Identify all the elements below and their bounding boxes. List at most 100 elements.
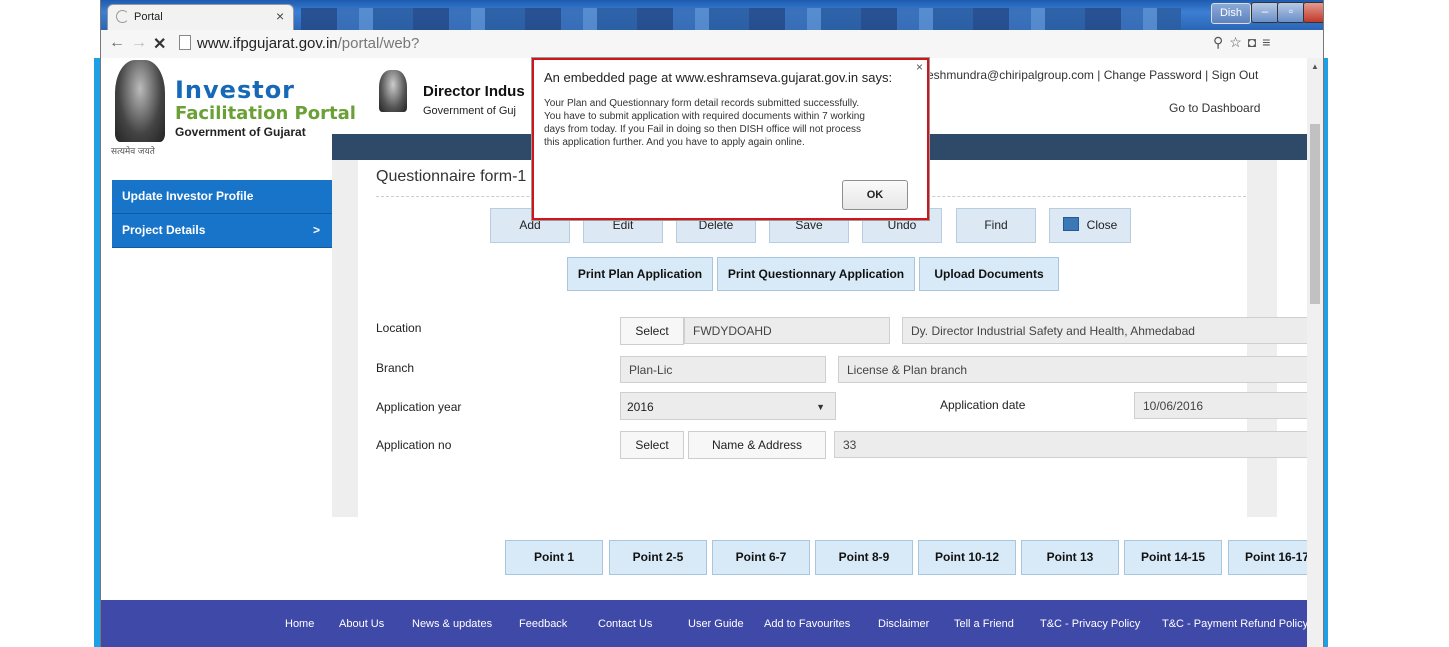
location-select-button[interactable]: Select (620, 317, 684, 345)
branch-label: Branch (376, 361, 415, 375)
url-path: /portal/web? (337, 35, 420, 52)
logo-motto: सत्यमेव जयते (111, 146, 155, 156)
print-questionnary-button[interactable]: Print Questionnary Application (717, 257, 915, 291)
maximize-icon[interactable]: ▫ (1277, 2, 1305, 23)
panel-gutter-left (332, 160, 358, 517)
form-title: Questionnaire form-1 (376, 168, 527, 185)
browser-toolbar: ← → ✕ www.ifpgujarat.gov.in/portal/web? … (101, 30, 1323, 59)
pin-icon[interactable]: ⚲ (1213, 34, 1229, 50)
footer-news-link[interactable]: News & updates (412, 618, 492, 630)
name-address-button[interactable]: Name & Address (688, 431, 826, 459)
application-no-label: Application no (376, 438, 452, 452)
header-links: eshmundra@chiripalgroup.com | Change Pas… (927, 68, 1258, 82)
footer-feedback-link[interactable]: Feedback (519, 618, 567, 630)
application-no-select-button[interactable]: Select (620, 431, 684, 459)
logo-subtitle: Facilitation Portal (175, 103, 356, 124)
footer-refund-link[interactable]: T&C - Payment Refund Policy (1162, 618, 1307, 630)
scroll-thumb[interactable] (1310, 124, 1320, 304)
find-button[interactable]: Find (956, 208, 1036, 243)
point-6-7-button[interactable]: Point 6-7 (712, 540, 810, 575)
extension-icon[interactable]: ◘ (1248, 34, 1262, 50)
point-16-17-button[interactable]: Point 16-17 (1228, 540, 1307, 575)
point-14-15-button[interactable]: Point 14-15 (1124, 540, 1222, 575)
address-bar[interactable]: www.ifpgujarat.gov.in/portal/web? (179, 33, 1179, 55)
scroll-up-icon[interactable]: ▲ (1311, 62, 1319, 71)
dish-button[interactable]: Dish (1211, 3, 1251, 24)
logo-title: Investor (175, 76, 296, 104)
footer-privacy-link[interactable]: T&C - Privacy Policy (1040, 618, 1140, 630)
sidebar-item-label: Update Investor Profile (122, 189, 254, 203)
change-password-link[interactable]: Change Password (1104, 68, 1202, 82)
forward-icon[interactable]: → (131, 34, 147, 52)
location-label: Location (376, 321, 422, 335)
application-date-field[interactable]: 10/06/2016 (1134, 392, 1307, 419)
application-date-label: Application date (940, 398, 1026, 412)
dialog-ok-button[interactable]: OK (842, 180, 908, 210)
point-2-5-button[interactable]: Point 2-5 (609, 540, 707, 575)
director-title: Director Indus (423, 83, 525, 100)
director-emblem-icon (379, 70, 407, 112)
close-button[interactable]: Close (1049, 208, 1131, 243)
location-name-field[interactable]: Dy. Director Industrial Safety and Healt… (902, 317, 1307, 344)
point-10-12-button[interactable]: Point 10-12 (918, 540, 1016, 575)
application-year-value: 2016 (627, 400, 654, 414)
close-button-label: Close (1086, 218, 1118, 232)
footer-user-guide-link[interactable]: User Guide (688, 618, 744, 630)
sidebar-item-project-details[interactable]: Project Details > (112, 214, 332, 248)
application-year-label: Application year (376, 400, 462, 414)
site-footer: Home About Us News & updates Feedback Co… (101, 600, 1307, 647)
footer-about-link[interactable]: About Us (339, 618, 384, 630)
link-separator: | (1205, 68, 1209, 82)
sidebar-item-update-profile[interactable]: Update Investor Profile (112, 180, 332, 214)
logo-government: Government of Gujarat (175, 125, 306, 139)
footer-tell-friend-link[interactable]: Tell a Friend (954, 618, 1014, 630)
back-icon[interactable]: ← (109, 34, 125, 52)
taskbar-background (301, 8, 1181, 30)
branch-name-field[interactable]: License & Plan branch (838, 356, 1307, 383)
footer-contact-link[interactable]: Contact Us (598, 618, 652, 630)
point-1-button[interactable]: Point 1 (505, 540, 603, 575)
go-to-dashboard-link[interactable]: Go to Dashboard (1169, 101, 1260, 115)
application-no-field[interactable]: 33 (834, 431, 1307, 458)
sidebar: Update Investor Profile Project Details … (112, 180, 332, 248)
window-close-icon[interactable]: x (1303, 2, 1323, 23)
page-icon (179, 35, 191, 50)
dialog-close-icon[interactable]: × (916, 60, 923, 74)
menu-icon[interactable]: ≡ (1262, 34, 1276, 50)
application-year-select[interactable]: 2016 ▼ (620, 392, 836, 420)
print-plan-button[interactable]: Print Plan Application (567, 257, 713, 291)
browser-tab[interactable]: Portal × (107, 4, 294, 31)
user-email: eshmundra@chiripalgroup.com (927, 68, 1094, 82)
loading-icon (116, 10, 129, 23)
upload-documents-button[interactable]: Upload Documents (919, 257, 1059, 291)
dialog-message-line: this application further. And you have t… (544, 137, 805, 148)
point-8-9-button[interactable]: Point 8-9 (815, 540, 913, 575)
director-subtitle: Government of Guj (423, 105, 516, 117)
footer-disclaimer-link[interactable]: Disclaimer (878, 618, 929, 630)
star-icon[interactable]: ☆ (1229, 34, 1248, 50)
point-13-button[interactable]: Point 13 (1021, 540, 1119, 575)
sidebar-item-label: Project Details (122, 223, 206, 237)
tab-bar: Portal × Dish – ▫ x (101, 0, 1323, 31)
dialog-message-line: You have to submit application with requ… (544, 111, 865, 122)
chevron-down-icon: ▼ (816, 402, 825, 412)
page-scrollbar[interactable]: ▲ (1307, 58, 1323, 647)
tab-title: Portal (134, 11, 163, 23)
close-form-icon (1062, 217, 1079, 231)
branch-code-field[interactable]: Plan-Lic (620, 356, 826, 383)
location-code-field[interactable]: FWDYDOAHD (684, 317, 890, 344)
dialog-message-line: days from today. If you Fail in doing so… (544, 124, 862, 135)
sign-out-link[interactable]: Sign Out (1212, 68, 1259, 82)
minimize-icon[interactable]: – (1251, 2, 1279, 23)
footer-favourites-link[interactable]: Add to Favourites (764, 618, 850, 630)
chevron-right-icon: > (312, 223, 320, 237)
dialog-message: Your Plan and Questionnary form detail r… (544, 97, 914, 149)
footer-home-link[interactable]: Home (285, 618, 314, 630)
tab-close-icon[interactable]: × (276, 8, 284, 24)
dialog-message-line: Your Plan and Questionnary form detail r… (544, 98, 860, 109)
stop-icon[interactable]: ✕ (153, 34, 166, 54)
link-separator: | (1097, 68, 1101, 82)
ashoka-emblem-icon (115, 60, 165, 142)
alert-dialog: × An embedded page at www.eshramseva.guj… (532, 58, 929, 220)
url-host: www.ifpgujarat.gov.in (197, 35, 338, 52)
